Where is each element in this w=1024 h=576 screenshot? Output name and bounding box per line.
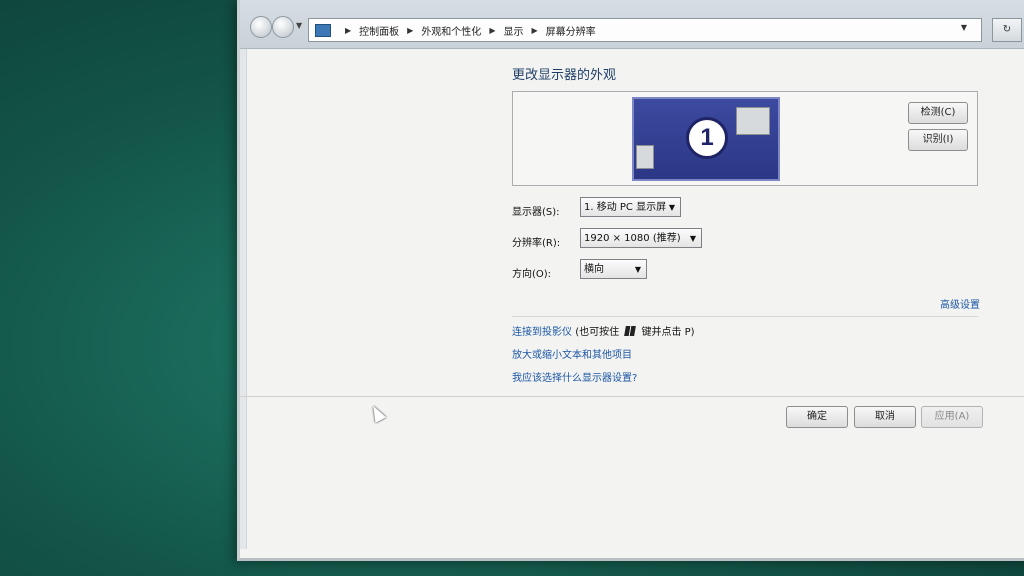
orientation-select-value: 横向 — [584, 264, 604, 275]
ok-button[interactable]: 确定 — [786, 406, 848, 428]
resolution-select-value: 1920 × 1080 (推荐) — [584, 233, 681, 244]
resolution-label: 分辨率(R): — [512, 238, 561, 249]
breadcrumb-screen-resolution[interactable]: 屏幕分辨率 — [546, 23, 596, 38]
advanced-settings-link[interactable]: 高级设置 — [940, 296, 980, 311]
chevron-down-icon: ▼ — [634, 265, 641, 274]
windows-logo-icon — [624, 326, 637, 336]
orientation-label: 方向(O): — [512, 269, 552, 280]
window-thumbnail-icon — [636, 145, 654, 169]
projector-hint-pre: (也可按住 — [575, 327, 620, 338]
footer-divider — [240, 396, 1024, 397]
recent-pages-chevron-icon[interactable]: ▼ — [296, 21, 302, 30]
cancel-button[interactable]: 取消 — [854, 406, 916, 428]
display-label: 显示器(S): — [512, 207, 560, 218]
projector-hint-post: 键并点击 P) — [641, 327, 695, 338]
page-title: 更改显示器的外观 — [512, 68, 617, 83]
display-settings-help-link[interactable]: 我应该选择什么显示器设置? — [512, 369, 637, 384]
refresh-button[interactable]: ↻ — [992, 18, 1022, 42]
back-button[interactable] — [250, 16, 272, 38]
breadcrumb-separator-icon[interactable]: ▶ — [489, 26, 495, 35]
breadcrumb-separator-icon[interactable]: ▶ — [407, 26, 413, 35]
left-pane — [240, 49, 247, 549]
control-panel-icon — [315, 23, 331, 37]
monitor-number-badge: 1 — [686, 117, 728, 159]
display-select[interactable]: 1. 移动 PC 显示屏 ▼ — [580, 197, 681, 217]
text-size-link[interactable]: 放大或缩小文本和其他项目 — [512, 346, 632, 361]
resolution-select[interactable]: 1920 × 1080 (推荐) ▼ — [580, 228, 702, 248]
window-thumbnail-icon — [736, 107, 770, 135]
chevron-down-icon: ▼ — [668, 203, 675, 212]
display-preview: 1 检测(C) 识别(I) — [512, 91, 978, 186]
chevron-down-icon: ▼ — [689, 234, 696, 243]
divider — [512, 316, 978, 317]
breadcrumb-separator-icon[interactable]: ▶ — [531, 26, 537, 35]
orientation-select[interactable]: 横向 ▼ — [580, 259, 647, 279]
breadcrumb-control-panel[interactable]: 控制面板 — [359, 23, 399, 38]
refresh-icon: ↻ — [1002, 24, 1012, 35]
monitor-1-tile[interactable]: 1 — [632, 97, 780, 181]
screen-resolution-window: ▼ ▶ 控制面板 ▶ 外观和个性化 ▶ 显示 ▶ 屏幕分辨率 ▼ ↻ 更改显示器… — [237, 0, 1024, 561]
title-bar: ▼ ▶ 控制面板 ▶ 外观和个性化 ▶ 显示 ▶ 屏幕分辨率 ▼ ↻ — [240, 0, 1024, 49]
display-select-value: 1. 移动 PC 显示屏 — [584, 202, 667, 213]
connect-projector-link[interactable]: 连接到投影仪 — [512, 327, 572, 338]
breadcrumb-separator-icon[interactable]: ▶ — [345, 26, 351, 35]
apply-button[interactable]: 应用(A) — [921, 406, 983, 428]
identify-button[interactable]: 识别(I) — [908, 129, 968, 151]
forward-button[interactable] — [272, 16, 294, 38]
breadcrumb-display[interactable]: 显示 — [503, 23, 523, 38]
address-dropdown-icon[interactable]: ▼ — [961, 23, 967, 32]
breadcrumb-appearance[interactable]: 外观和个性化 — [421, 23, 481, 38]
projector-line: 连接到投影仪 (也可按住 键并点击 P) — [512, 323, 695, 338]
detect-button[interactable]: 检测(C) — [908, 102, 968, 124]
address-bar[interactable]: ▶ 控制面板 ▶ 外观和个性化 ▶ 显示 ▶ 屏幕分辨率 ▼ — [308, 18, 982, 42]
